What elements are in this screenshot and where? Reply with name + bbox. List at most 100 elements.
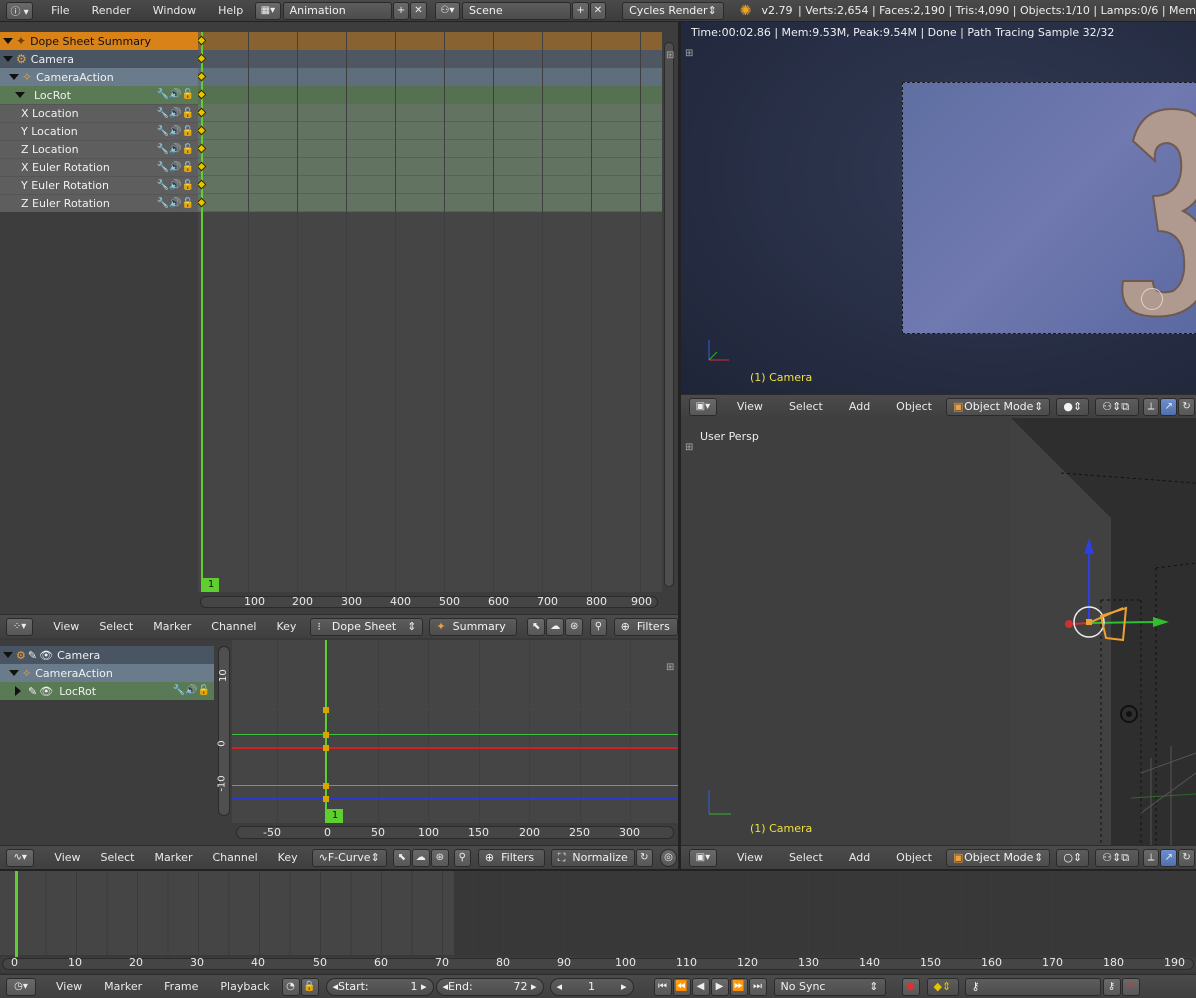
auto-normalize-icon[interactable]: ◎ [659,848,677,867]
menu-help[interactable]: Help [210,4,251,17]
jump-start-icon[interactable]: ⏮ [653,977,672,996]
lock-icon[interactable]: 🔓 [182,89,194,100]
speaker-icon[interactable]: 🔊 [185,685,197,696]
menu-playback[interactable]: Playback [212,980,277,993]
dopesheet-ruler[interactable]: 100 200 300 400 500 600 700 800 900 [198,594,662,610]
keyframe[interactable] [323,783,329,789]
filters-button[interactable]: ⊕ Filters [477,848,545,867]
playhead-line[interactable] [15,871,18,957]
wrench-icon[interactable]: 🔧 [173,685,185,696]
fcurve-z-rotation[interactable] [232,798,678,799]
menu-add[interactable]: Add [841,400,878,413]
keyframe[interactable] [323,796,329,802]
sync-mode-select[interactable]: No Sync ⇕ [773,977,886,996]
editor-type-button[interactable]: ▣▾ [689,397,717,416]
play-reverse-icon[interactable]: ◀ [691,977,710,996]
channel-fcurve-z-euler[interactable]: Z Euler Rotation 🔧🔊🔓 [0,194,198,212]
timeline-editor[interactable]: 0 10 20 30 40 50 60 70 80 90 100 110 120… [0,869,1196,974]
end-frame-field[interactable]: ◂ End: 72 ▸ [435,977,544,996]
lock-icon[interactable]: 🔓 [198,685,210,696]
menu-marker[interactable]: Marker [96,980,150,993]
jump-end-icon[interactable]: ⏭ [748,977,767,996]
timeline-ruler[interactable]: 0 10 20 30 40 50 60 70 80 90 100 110 120… [0,956,1196,972]
scene-field[interactable]: Scene [462,1,572,20]
search-icon[interactable]: ⚲ [453,848,471,867]
channel-fcurve-x-euler[interactable]: X Euler Rotation 🔧🔊🔓 [0,158,198,176]
menu-object[interactable]: Object [888,400,940,413]
lock-icon[interactable]: 🔓 [182,198,194,209]
plus-icon[interactable]: ⊞ [685,442,693,453]
delete-scene-button[interactable]: ✕ [589,1,607,20]
lock-icon[interactable]: 🔒 [300,977,319,996]
editor-type-button[interactable]: ▣▾ [689,848,717,867]
only-selected-icon[interactable]: ⬉ [527,617,546,636]
channel-object-camera[interactable]: ⚙ Camera [0,50,198,68]
expand-triangle-icon[interactable] [15,686,21,696]
menu-select[interactable]: Select [781,851,831,864]
delete-screen-button[interactable]: ✕ [410,1,427,20]
keyframe[interactable] [323,732,329,738]
menu-window[interactable]: Window [145,4,204,17]
plus-icon[interactable]: ⊞ [666,50,674,61]
menu-add[interactable]: Add [841,851,878,864]
collapse-triangle-icon[interactable] [15,92,25,98]
speaker-icon[interactable]: 🔊 [169,144,181,155]
eye-icon[interactable]: 👁 [39,685,53,698]
wrench-icon[interactable]: 🔧 [157,198,169,209]
channel-fcurve-y-location[interactable]: Y Location 🔧🔊🔓 [0,122,198,140]
translate-icon[interactable]: ↗ [1160,397,1178,416]
rotate-icon[interactable]: ↻ [1178,848,1195,867]
error-filter-icon[interactable]: ⊛ [565,617,584,636]
menu-key[interactable]: Key [270,851,306,864]
menu-view[interactable]: View [48,980,90,993]
dopesheet-vertical-scrollbar[interactable] [664,42,674,587]
channel-fcurve-x-location[interactable]: X Location 🔧🔊🔓 [0,104,198,122]
perspective-viewport[interactable]: User Persp ⊞ (1) Camera [681,418,1196,845]
lock-icon[interactable]: 🔓 [182,180,194,191]
shading-select[interactable]: ○⇕ [1056,848,1090,867]
collapse-triangle-icon[interactable] [3,56,13,62]
render-engine-select[interactable]: Cycles Render ⇕ [622,1,724,20]
menu-key[interactable]: Key [268,620,304,633]
delete-keyframe-icon[interactable]: ✕ [1121,977,1140,996]
search-icon[interactable]: ⚲ [590,617,607,636]
graph-channel-camera[interactable]: ⚙ ✎ 👁 Camera [0,646,214,664]
manipulator-icon[interactable]: ⟂ [1142,848,1160,867]
keyframe[interactable] [323,707,329,713]
menu-select[interactable]: Select [781,400,831,413]
wrench-icon[interactable]: 🔧 [157,108,169,119]
channel-group-locrot[interactable]: LocRot 🔧🔊🔓 [0,86,198,104]
pin-icon[interactable]: ✎ [28,685,37,698]
rotate-icon[interactable]: ↻ [1178,397,1195,416]
normalize-toggle[interactable]: ⛶ Normalize [550,848,635,867]
menu-object[interactable]: Object [888,851,940,864]
menu-file[interactable]: File [43,4,77,17]
speaker-icon[interactable]: 🔊 [169,198,181,209]
graph-curve-area[interactable]: 1 [232,640,678,823]
screen-layout-field[interactable]: Animation [282,1,392,20]
info-editor-button[interactable]: ⓘ ▾ [6,1,34,20]
fcurve-x-location[interactable] [232,747,678,749]
wrench-icon[interactable]: 🔧 [157,162,169,173]
scene-icon[interactable]: ⚇▾ [434,1,461,20]
channel-action[interactable]: ✧ CameraAction [0,68,198,86]
translate-icon[interactable]: ↗ [1160,848,1178,867]
editor-type-button[interactable]: ⁘▾ [6,617,34,636]
screen-layout-icon[interactable]: ▦▾ [255,1,281,20]
keying-set-field[interactable]: ⚷ [964,977,1101,996]
menu-view[interactable]: View [729,851,771,864]
only-selected-icon[interactable]: ⬉ [392,848,411,867]
menu-channel[interactable]: Channel [203,620,264,633]
menu-select[interactable]: Select [93,851,143,864]
prev-keyframe-icon[interactable]: ⏪ [672,977,691,996]
summary-toggle[interactable]: ✦ Summary [429,617,518,636]
keying-mode-select[interactable]: ◆⇕ [926,977,959,996]
graph-channel-locrot[interactable]: ✎ 👁 LocRot 🔧🔊🔓 [0,682,214,700]
manipulator-icon[interactable]: ⟂ [1142,397,1160,416]
graph-channel-action[interactable]: ✧ CameraAction [0,664,214,682]
insert-keyframe-icon[interactable]: ⚷ [1102,977,1121,996]
channel-fcurve-y-euler[interactable]: Y Euler Rotation 🔧🔊🔓 [0,176,198,194]
speaker-icon[interactable]: 🔊 [169,162,181,173]
speaker-icon[interactable]: 🔊 [169,180,181,191]
current-frame-field[interactable]: ◂ 1 ▸ [549,977,634,996]
